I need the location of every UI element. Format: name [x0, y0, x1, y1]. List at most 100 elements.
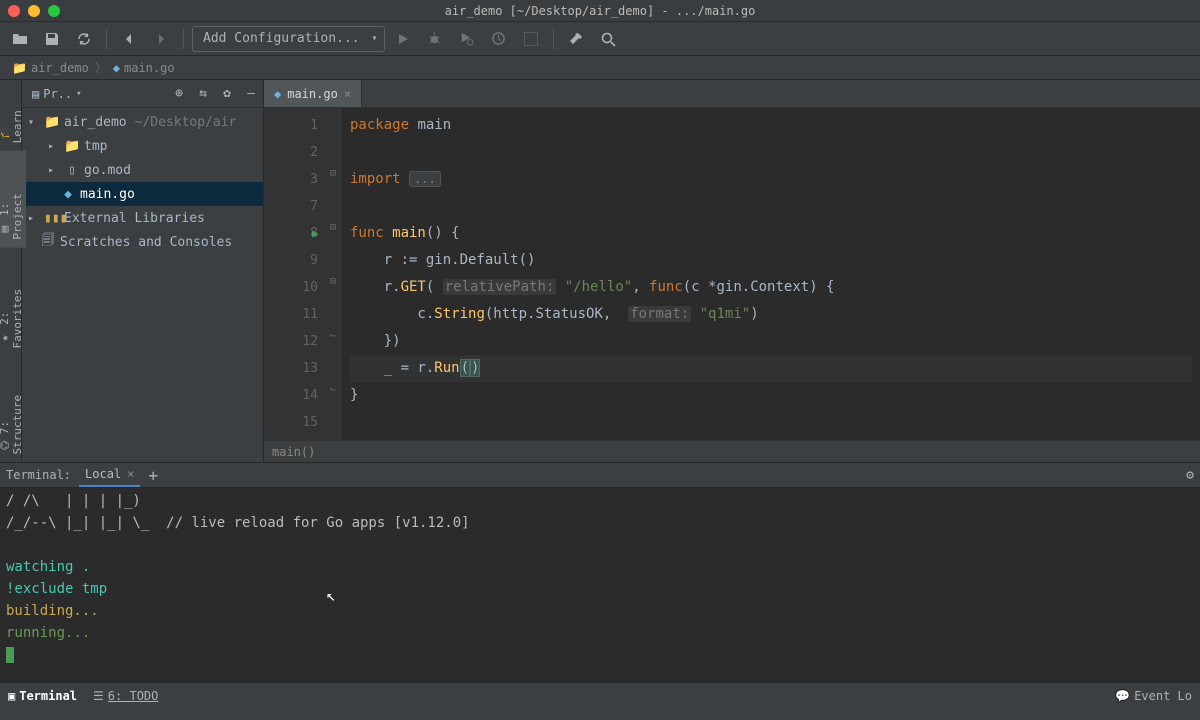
profile-button[interactable]	[485, 26, 513, 52]
build-button[interactable]	[562, 26, 590, 52]
code-text: c.	[350, 306, 434, 322]
fold-icon[interactable]: ⊟	[330, 222, 336, 233]
line-number[interactable]: 10	[268, 274, 318, 301]
line-number[interactable]: 9	[268, 247, 318, 274]
fold-icon[interactable]: ⊟	[330, 168, 336, 179]
breadcrumb-file[interactable]: ◆ main.go	[109, 61, 179, 75]
hide-icon[interactable]: —	[243, 86, 259, 102]
fn-run: Run	[434, 360, 459, 376]
terminal-panel: Terminal: Local × + ⚙ / /\ | | | |_) /_/…	[0, 462, 1200, 682]
go-file-icon: ◆	[113, 61, 120, 75]
tree-item-gomod[interactable]: ▸ ▯ go.mod	[22, 158, 263, 182]
code-text: r := gin.Default()	[350, 252, 535, 268]
paren: (	[460, 359, 470, 377]
settings-icon[interactable]: ✿	[219, 86, 235, 102]
close-tab-button[interactable]: ×	[344, 87, 351, 101]
project-panel: ▤ Pr.. ▾ ⊕ ⇆ ✿ — ▾ 📁 air_demo ~/Desktop/…	[22, 80, 264, 462]
project-tree: ▾ 📁 air_demo ~/Desktop/air ▸ 📁 tmp ▸ ▯ g…	[22, 108, 263, 256]
search-button[interactable]	[594, 26, 622, 52]
editor-tab-label: main.go	[287, 87, 338, 101]
run-gutter-icon[interactable]: ▶	[312, 220, 319, 247]
editor-tab-maingo[interactable]: ◆ main.go ×	[264, 80, 362, 107]
tree-path: ~/Desktop/air	[135, 115, 237, 130]
main-row: 🎓 Learn ▤ 1: Project ★ 2: Favorites ⌬ 7:…	[0, 80, 1200, 462]
line-number[interactable]: 2	[268, 139, 318, 166]
toolbar-separator	[183, 29, 184, 49]
terminal-line: watching .	[6, 559, 90, 575]
line-number[interactable]: 1	[268, 112, 318, 139]
forward-button[interactable]	[147, 26, 175, 52]
code-text: }	[350, 387, 358, 403]
string-literal: "q1mi"	[700, 306, 751, 322]
editor-body[interactable]: 1 2 3 7 8 9 10 11 12 13 14 15 ▶ ⊟ ⊟ ⊟ ⌙ …	[264, 108, 1200, 440]
fold-end-icon[interactable]: ⌙	[330, 384, 336, 395]
param-hint: relativePath:	[443, 279, 557, 295]
expand-arrow-icon[interactable]: ▸	[48, 141, 60, 152]
project-tab[interactable]: ▤ 1: Project	[0, 151, 26, 248]
editor-breadcrumb-bottom[interactable]: main()	[264, 440, 1200, 462]
tree-external-libs[interactable]: ▸ ▮▮▮ External Libraries	[22, 206, 263, 230]
learn-tab[interactable]: 🎓 Learn	[0, 84, 26, 151]
breadcrumb-label: air_demo	[31, 61, 89, 75]
kw-import: import	[350, 171, 401, 187]
fold-icon[interactable]: ⊟	[330, 276, 336, 287]
tree-label: External Libraries	[64, 211, 205, 226]
line-number[interactable]: 7	[268, 193, 318, 220]
terminal-title: Terminal:	[6, 468, 71, 482]
tree-scratches[interactable]: 🗐 Scratches and Consoles	[22, 230, 263, 254]
fold-bar[interactable]: ⊟ ⊟ ⊟ ⌙ ⌙	[328, 108, 342, 440]
line-number[interactable]: 15	[268, 409, 318, 436]
terminal-settings-button[interactable]: ⚙	[1186, 468, 1194, 483]
breadcrumb-root[interactable]: 📁 air_demo	[8, 61, 93, 75]
code-text: })	[350, 333, 401, 349]
code-text: main	[409, 117, 451, 133]
line-number[interactable]: 13	[268, 355, 318, 382]
line-number[interactable]: 3	[268, 166, 318, 193]
expand-arrow-icon[interactable]: ▾	[28, 117, 40, 128]
tree-root[interactable]: ▾ 📁 air_demo ~/Desktop/air	[22, 110, 263, 134]
code-text	[556, 279, 564, 295]
folded-region[interactable]: ...	[409, 171, 441, 187]
code-area[interactable]: package main import ... func main() { r …	[342, 108, 1200, 440]
tree-label: air_demo	[64, 115, 127, 130]
expand-arrow-icon[interactable]: ▸	[48, 165, 60, 176]
run-button[interactable]	[389, 26, 417, 52]
go-file-icon: ◆	[60, 187, 76, 202]
structure-tab[interactable]: ⌬ 7: Structure	[0, 357, 26, 462]
close-tab-button[interactable]: ×	[127, 467, 134, 481]
left-toolstrip: 🎓 Learn ▤ 1: Project ★ 2: Favorites ⌬ 7:…	[0, 80, 22, 462]
favorites-tab[interactable]: ★ 2: Favorites	[0, 248, 26, 357]
save-button[interactable]	[38, 26, 66, 52]
run-config-label: Add Configuration...	[203, 31, 360, 46]
expand-arrow-icon[interactable]: ▸	[28, 213, 40, 224]
terminal-add-button[interactable]: +	[148, 466, 158, 485]
fold-end-icon[interactable]: ⌙	[330, 330, 336, 341]
kw-package: package	[350, 117, 409, 133]
line-number[interactable]: 12	[268, 328, 318, 355]
terminal-tabs: Terminal: Local × + ⚙	[0, 463, 1200, 488]
project-view-combo[interactable]: ▤ Pr.. ▾	[26, 85, 88, 103]
string-literal: "/hello"	[565, 279, 632, 295]
folder-icon: 📁	[64, 139, 80, 154]
terminal-tab-local[interactable]: Local ×	[79, 463, 140, 487]
sync-button[interactable]	[70, 26, 98, 52]
stop-button[interactable]	[517, 26, 545, 52]
tree-item-maingo[interactable]: ◆ main.go	[22, 182, 263, 206]
back-button[interactable]	[115, 26, 143, 52]
line-number[interactable]: 8	[268, 220, 318, 247]
code-text: _ = r.	[350, 360, 434, 376]
open-button[interactable]	[6, 26, 34, 52]
breadcrumb-label: main.go	[124, 61, 175, 75]
terminal-body[interactable]: / /\ | | | |_) /_/--\ |_| |_| \_ // live…	[0, 488, 1200, 712]
line-number[interactable]: 11	[268, 301, 318, 328]
line-number[interactable]: 14	[268, 382, 318, 409]
run-config-combo[interactable]: Add Configuration...	[192, 26, 385, 52]
locate-icon[interactable]: ⊕	[171, 86, 187, 102]
code-text	[691, 306, 699, 322]
file-icon: ▯	[64, 163, 80, 178]
line-gutter[interactable]: 1 2 3 7 8 9 10 11 12 13 14 15 ▶	[264, 108, 328, 440]
debug-button[interactable]	[421, 26, 449, 52]
expand-icon[interactable]: ⇆	[195, 86, 211, 102]
tree-item-tmp[interactable]: ▸ 📁 tmp	[22, 134, 263, 158]
coverage-button[interactable]	[453, 26, 481, 52]
